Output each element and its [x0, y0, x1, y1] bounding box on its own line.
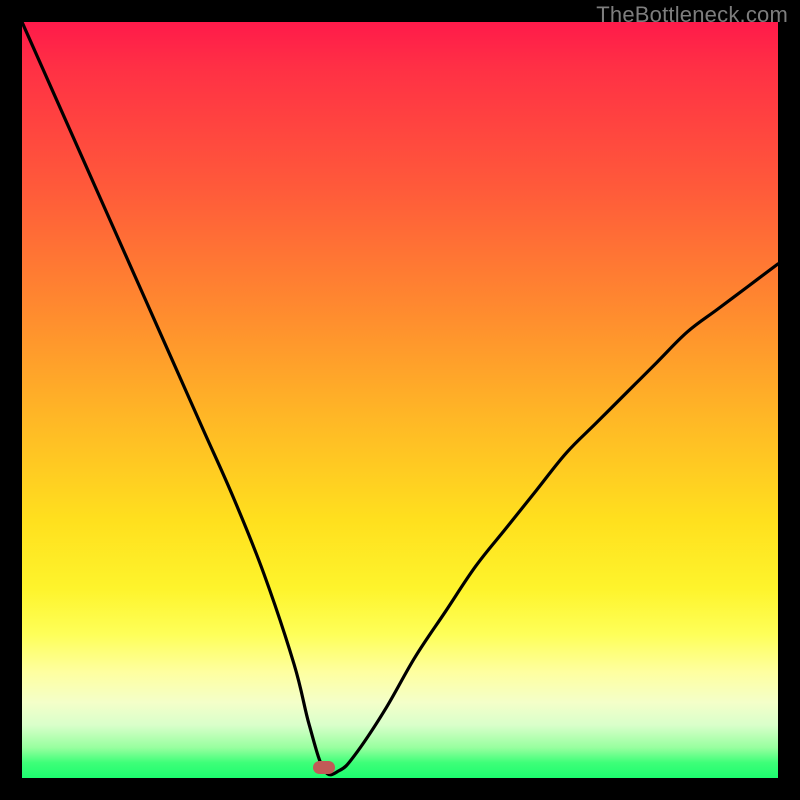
watermark-text: TheBottleneck.com	[596, 2, 788, 28]
optimal-point-marker	[313, 761, 335, 774]
chart-plot-area	[22, 22, 778, 778]
bottleneck-curve	[22, 22, 778, 778]
